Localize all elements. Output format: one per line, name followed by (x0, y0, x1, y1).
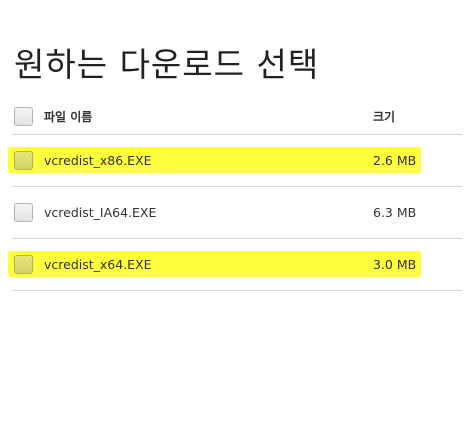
column-header-size: 크기 (373, 110, 396, 124)
table-row[interactable]: vcredist_x64.EXE 3.0 MB (8, 239, 462, 291)
row-checkbox[interactable] (14, 255, 33, 274)
file-name: vcredist_x86.EXE (44, 153, 152, 168)
select-all-checkbox[interactable] (14, 107, 33, 126)
row-checkbox[interactable] (14, 151, 33, 170)
file-name: vcredist_x64.EXE (44, 257, 152, 272)
table-row[interactable]: vcredist_x86.EXE 2.6 MB (8, 135, 462, 187)
column-header-name: 파일 이름 (44, 110, 93, 124)
file-size: 3.0 MB (373, 257, 417, 272)
table-header: 파일 이름 크기 (12, 97, 462, 135)
row-checkbox[interactable] (14, 203, 33, 222)
file-name: vcredist_IA64.EXE (44, 205, 157, 220)
page-title: 원하는 다운로드 선택 (14, 45, 320, 84)
table-row[interactable]: vcredist_IA64.EXE 6.3 MB (12, 187, 462, 239)
file-size: 2.6 MB (373, 153, 417, 168)
file-size: 6.3 MB (373, 205, 417, 220)
download-list: 파일 이름 크기 vcredist_x86.EXE 2.6 MB vcredis… (8, 97, 462, 291)
